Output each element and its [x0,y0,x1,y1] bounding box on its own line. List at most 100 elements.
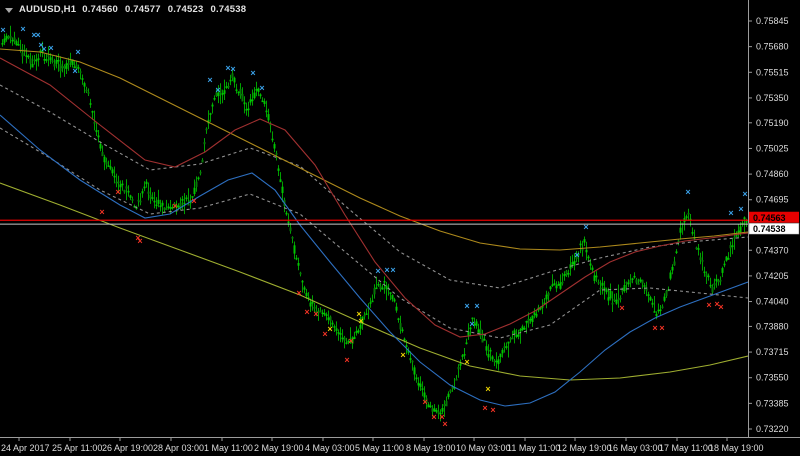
svg-text:×: × [390,265,395,275]
svg-text:×: × [742,189,747,199]
svg-text:×: × [259,83,264,93]
ohlc-values: 0.74560 0.74577 0.74523 0.74538 [82,4,246,15]
svg-text:×: × [384,265,389,275]
svg-text:×: × [35,30,40,40]
price-axis-label: 0.75025 [756,143,789,153]
time-axis-label: 2 May 19:00 [254,443,304,453]
time-axis-label: 17 May 11:00 [659,443,713,453]
svg-text:×: × [738,204,743,214]
price-axis-label: 0.73220 [756,424,789,434]
svg-text:×: × [215,85,220,95]
time-axis-label: 26 Apr 19:00 [102,443,153,453]
time-axis-label: 5 May 11:00 [355,443,404,453]
price-axis-label: 0.75350 [756,93,789,103]
time-axis-label: 8 May 19:00 [406,443,456,453]
ohlc-open: 0.74560 [82,4,118,15]
buy-signal-markers: × × × × × × × × × × × × × × × × × × × × × × × × × × × [0,24,747,329]
svg-text:×: × [431,412,436,422]
symbol-label: AUDUSD,H1 [19,4,77,15]
time-axis-label: 11 May 11:00 [507,443,560,453]
svg-text:×: × [304,307,309,317]
svg-text:×: × [574,250,579,260]
svg-text:×: × [72,66,77,76]
svg-text:×: × [400,350,405,360]
upper-band-dashed-line [0,84,748,289]
svg-text:×: × [137,236,142,246]
ask-price-tag: 0.74563 [749,211,799,223]
price-axis-label: 0.74370 [756,245,789,255]
time-axis-label: 12 May 19:00 [557,443,612,453]
time-axis-label: 1 May 11:00 [204,443,253,453]
time-axis-label: 25 Apr 11:00 [52,443,102,453]
candles-layer [1,25,748,422]
svg-text:×: × [344,355,349,365]
svg-text:×: × [358,316,363,326]
svg-text:×: × [583,222,588,232]
svg-text:×: × [20,24,25,34]
svg-text:×: × [464,301,469,311]
svg-text:×: × [75,47,80,57]
svg-text:×: × [469,319,474,329]
svg-text:×: × [718,302,723,312]
svg-text:×: × [115,187,120,197]
svg-text:×: × [482,403,487,413]
svg-text:×: × [728,208,733,218]
chart-dropdown-icon[interactable] [5,7,13,13]
svg-text:×: × [296,288,301,298]
plot-area[interactable]: × ××××× ×××××× × ××× × ×× ×××××× ××××××× ××× ×××××… [0,24,748,429]
svg-text:×: × [99,207,104,217]
price-chart-canvas[interactable]: × ××××× ×××××× × ××× × ×× ×××××× ××××××× ××× ×××××… [0,0,800,456]
bid-price-tag: 0.74538 [748,222,800,235]
price-axis-label: 0.74860 [756,169,789,179]
svg-text:×: × [313,309,318,319]
time-axis-label: 4 May 03:00 [305,443,355,453]
svg-text:×: × [207,75,212,85]
price-axis-label: 0.75190 [756,118,789,128]
svg-text:×: × [490,405,495,415]
svg-text:×: × [41,44,46,54]
svg-text:×: × [348,336,353,346]
ohlc-high: 0.74577 [124,4,161,15]
svg-text:×: × [464,357,469,367]
svg-text:×: × [706,300,711,310]
svg-text:×: × [0,25,5,35]
price-axis-label: 0.73385 [756,398,789,408]
time-axis-label: 28 Apr 03:00 [153,443,204,453]
svg-text:×: × [230,64,235,74]
svg-text:×: × [422,397,427,407]
ohlc-close: 0.74538 [210,4,247,15]
svg-text:×: × [191,196,196,206]
time-axis-label: 10 May 03:00 [456,443,511,453]
time-axis-label: 16 May 03:00 [608,443,663,453]
svg-text:×: × [442,419,447,429]
price-axis-label: 0.75515 [756,67,789,77]
time-axis-label: 18 May 19:00 [709,443,764,453]
price-axis-label: 0.73550 [756,373,789,383]
svg-text:×: × [48,43,53,53]
lower-band-dashed-line [0,127,748,339]
symbol-header: AUDUSD,H1 0.74560 0.74577 0.74523 0.7453… [5,4,246,15]
svg-text:×: × [327,324,332,334]
ohlc-low: 0.74523 [167,4,204,15]
svg-text:×: × [659,323,664,333]
svg-text:×: × [485,384,490,394]
svg-text:×: × [375,266,380,276]
price-axis-label: 0.73715 [756,347,789,357]
svg-text:0.74538: 0.74538 [753,224,786,234]
price-axis-label: 0.73880 [756,321,789,331]
svg-text:×: × [172,201,177,211]
sell-signal-markers: × × × × × × × × × × × × × × × × × × × × × × × × [99,187,723,429]
time-axis[interactable]: 24 Apr 2017 25 Apr 11:00 26 Apr 19:00 28 Ap… [1,437,764,453]
svg-text:×: × [619,303,624,313]
price-axis-label: 0.75680 [756,42,789,52]
svg-text:×: × [652,323,657,333]
price-axis-label: 0.74040 [756,297,789,307]
svg-text:×: × [250,68,255,78]
svg-text:0.74563: 0.74563 [753,213,786,223]
chart-window: × × × × × × × × × × × × × × × × × × × × × × × × × × × × × × × × × × × × × × × ×… [0,0,800,456]
svg-text:×: × [685,187,690,197]
price-axis-label: 0.74205 [756,271,789,281]
price-axis-label: 0.75845 [756,16,789,26]
svg-text:×: × [474,301,479,311]
price-axis-label: 0.74695 [756,195,789,205]
